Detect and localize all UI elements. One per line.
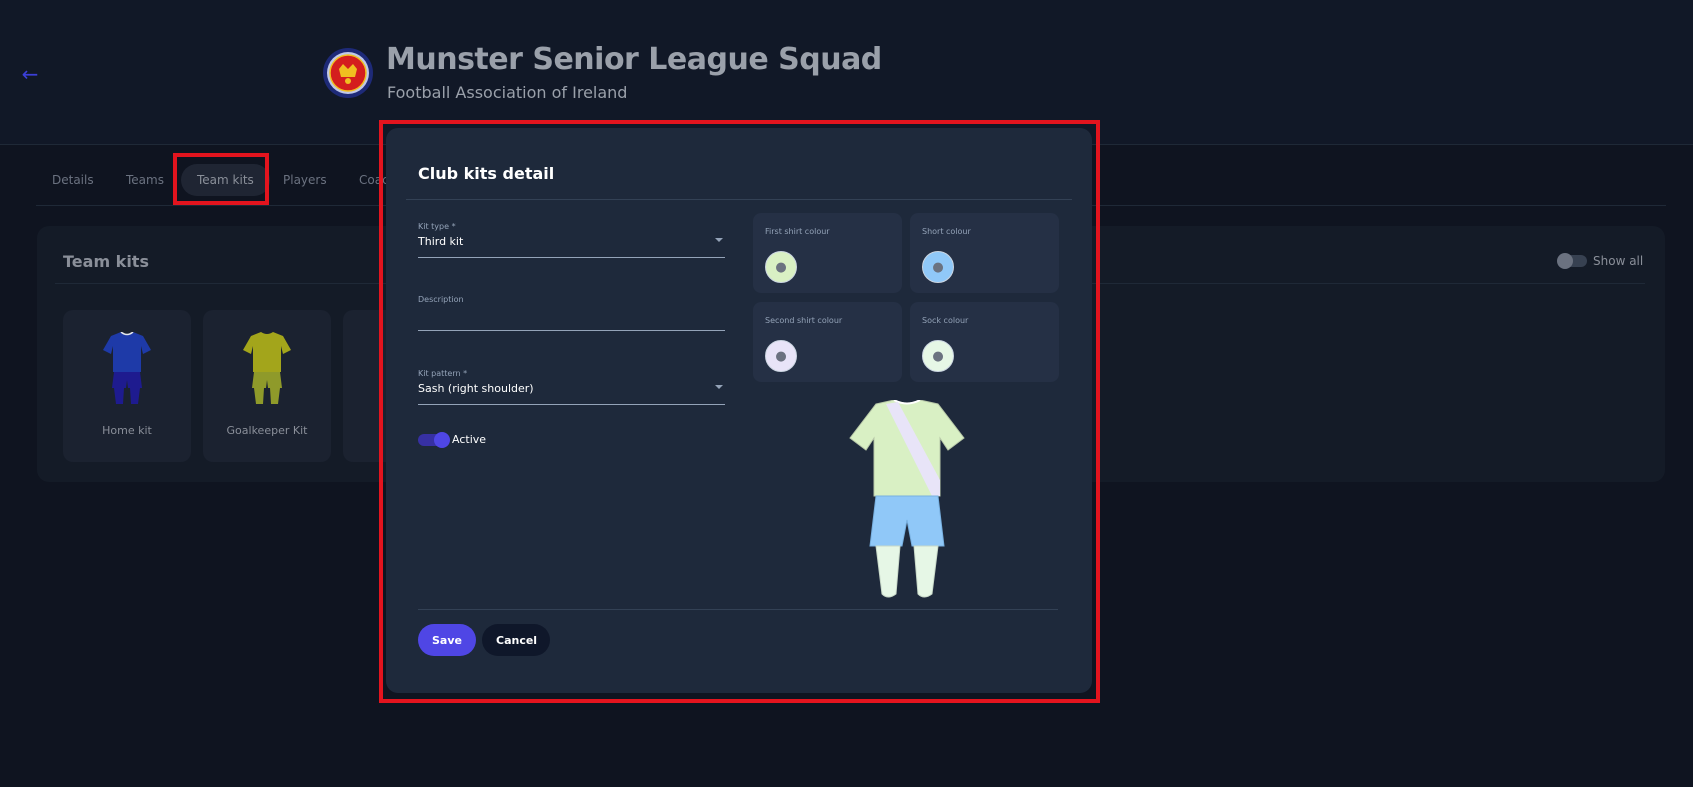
kit-pattern-select[interactable]: Kit pattern * Sash (right shoulder): [418, 369, 725, 405]
second-shirt-colour-picker[interactable]: ●: [765, 340, 797, 372]
short-colour-card: Short colour ●: [910, 213, 1059, 293]
active-label: Active: [452, 433, 487, 446]
kit-type-label: Kit type *: [418, 222, 456, 231]
kit-preview-image: [849, 400, 965, 598]
sock-colour-picker[interactable]: ●: [922, 340, 954, 372]
first-shirt-colour-card: First shirt colour ●: [753, 213, 902, 293]
show-all-label: Show all: [1593, 254, 1644, 268]
tab-details[interactable]: Details: [36, 164, 110, 196]
palette-icon: ●: [932, 259, 944, 275]
back-arrow-icon[interactable]: ←: [18, 62, 42, 86]
tab-players[interactable]: Players: [267, 164, 343, 196]
divider: [418, 609, 1058, 610]
kit-card-home[interactable]: Home kit: [63, 310, 191, 462]
cancel-button[interactable]: Cancel: [482, 624, 550, 656]
sock-colour-card: Sock colour ●: [910, 302, 1059, 382]
dropdown-arrow-icon: [715, 385, 723, 389]
active-toggle-row: Active: [418, 431, 487, 448]
club-name-title: Munster Senior League Squad: [386, 42, 882, 77]
palette-icon: ●: [932, 348, 944, 364]
kit-card-goalkeeper[interactable]: Goalkeeper Kit: [203, 310, 331, 462]
kit-pattern-label: Kit pattern *: [418, 369, 468, 378]
kit-type-select[interactable]: Kit type * Third kit: [418, 222, 725, 258]
dropdown-arrow-icon: [715, 238, 723, 242]
first-shirt-colour-picker[interactable]: ●: [765, 251, 797, 283]
divider: [406, 199, 1072, 200]
second-shirt-colour-card: Second shirt colour ●: [753, 302, 902, 382]
save-button[interactable]: Save: [418, 624, 476, 656]
palette-icon: ●: [775, 348, 787, 364]
description-input[interactable]: Description: [418, 295, 725, 331]
kit-pattern-value: Sash (right shoulder): [418, 382, 534, 395]
page-header: ← Munster Senior League Squad Football A…: [0, 0, 1693, 145]
kit-label: Goalkeeper Kit: [226, 424, 308, 437]
active-switch[interactable]: [418, 431, 450, 448]
short-colour-label: Short colour: [922, 227, 971, 236]
tab-teams[interactable]: Teams: [110, 164, 180, 196]
association-subtitle: Football Association of Ireland: [387, 83, 628, 102]
club-kits-detail-dialog: Club kits detail Kit type * Third kit De…: [386, 128, 1092, 693]
show-all-toggle-row: Show all: [1557, 252, 1644, 270]
show-all-switch[interactable]: [1557, 253, 1587, 269]
kit-label: Home kit: [102, 424, 152, 437]
first-shirt-colour-label: First shirt colour: [765, 227, 830, 236]
palette-icon: ●: [775, 259, 787, 275]
description-label: Description: [418, 295, 464, 304]
kit-icon: [103, 332, 151, 404]
kit-type-value: Third kit: [418, 235, 464, 248]
tab-team-kits[interactable]: Team kits: [181, 164, 270, 196]
short-colour-picker[interactable]: ●: [922, 251, 954, 283]
club-crest-logo: [323, 48, 373, 98]
second-shirt-colour-label: Second shirt colour: [765, 316, 843, 325]
panel-title: Team kits: [63, 252, 149, 271]
sock-colour-label: Sock colour: [922, 316, 969, 325]
kit-icon: [243, 332, 291, 404]
dialog-title: Club kits detail: [418, 164, 555, 183]
